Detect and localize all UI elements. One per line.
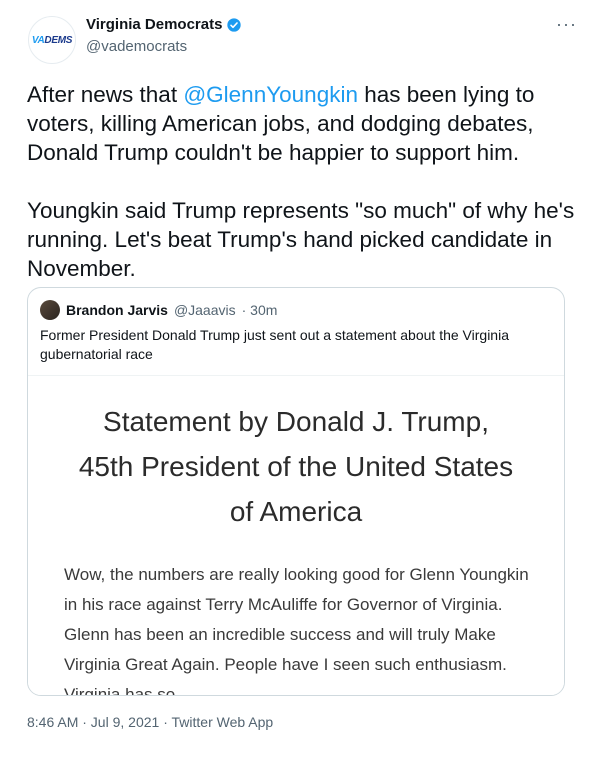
mention-link[interactable]: @GlennYoungkin	[183, 82, 358, 107]
tweet-timestamp[interactable]: 8:46 AM · Jul 9, 2021 ·	[27, 714, 172, 730]
quoted-author-handle: @Jaaavis	[173, 302, 236, 318]
statement-title-line1: Statement by Donald J. Trump,	[103, 406, 489, 437]
author-name[interactable]: Virginia Democrats	[86, 16, 222, 33]
tweet-text: After news that @GlennYoungkin has been …	[27, 80, 575, 283]
quoted-tweet-image[interactable]: Statement by Donald J. Trump, 45th Presi…	[28, 375, 564, 696]
statement-title-line2: 45th President of the United States	[78, 451, 514, 482]
verified-badge-icon	[227, 17, 242, 32]
tweet-source[interactable]: Twitter Web App	[172, 714, 274, 730]
tweet-text-part2: has been lying to voters, killing Americ…	[27, 82, 575, 281]
author-name-row[interactable]: Virginia Democrats	[86, 16, 242, 33]
author-avatar[interactable]: VADEMS	[28, 16, 76, 64]
author-handle[interactable]: @vademocrats	[86, 38, 187, 55]
quoted-tweet[interactable]: Brandon Jarvis @Jaaavis · 30m Former Pre…	[27, 287, 565, 696]
quoted-author-name: Brandon Jarvis	[66, 302, 168, 318]
more-options-icon[interactable]: ···	[556, 14, 577, 35]
tweet-text-part1: After news that	[27, 82, 184, 107]
statement-title-line3: of America	[229, 496, 363, 527]
quoted-tweet-header: Brandon Jarvis @Jaaavis · 30m	[40, 300, 277, 320]
statement-title: Statement by Donald J. Trump, 45th Presi…	[28, 399, 564, 534]
quoted-author-avatar	[40, 300, 60, 320]
quoted-tweet-text: Former President Donald Trump just sent …	[40, 327, 509, 362]
tweet-metadata: 8:46 AM · Jul 9, 2021 · Twitter Web App	[27, 714, 273, 730]
tweet: VADEMS Virginia Democrats @vademocrats ·…	[0, 0, 591, 758]
quoted-tweet-time: · 30m	[241, 302, 278, 318]
statement-body: Wow, the numbers are really looking good…	[64, 565, 529, 696]
avatar-logo: VADEMS	[31, 34, 73, 46]
